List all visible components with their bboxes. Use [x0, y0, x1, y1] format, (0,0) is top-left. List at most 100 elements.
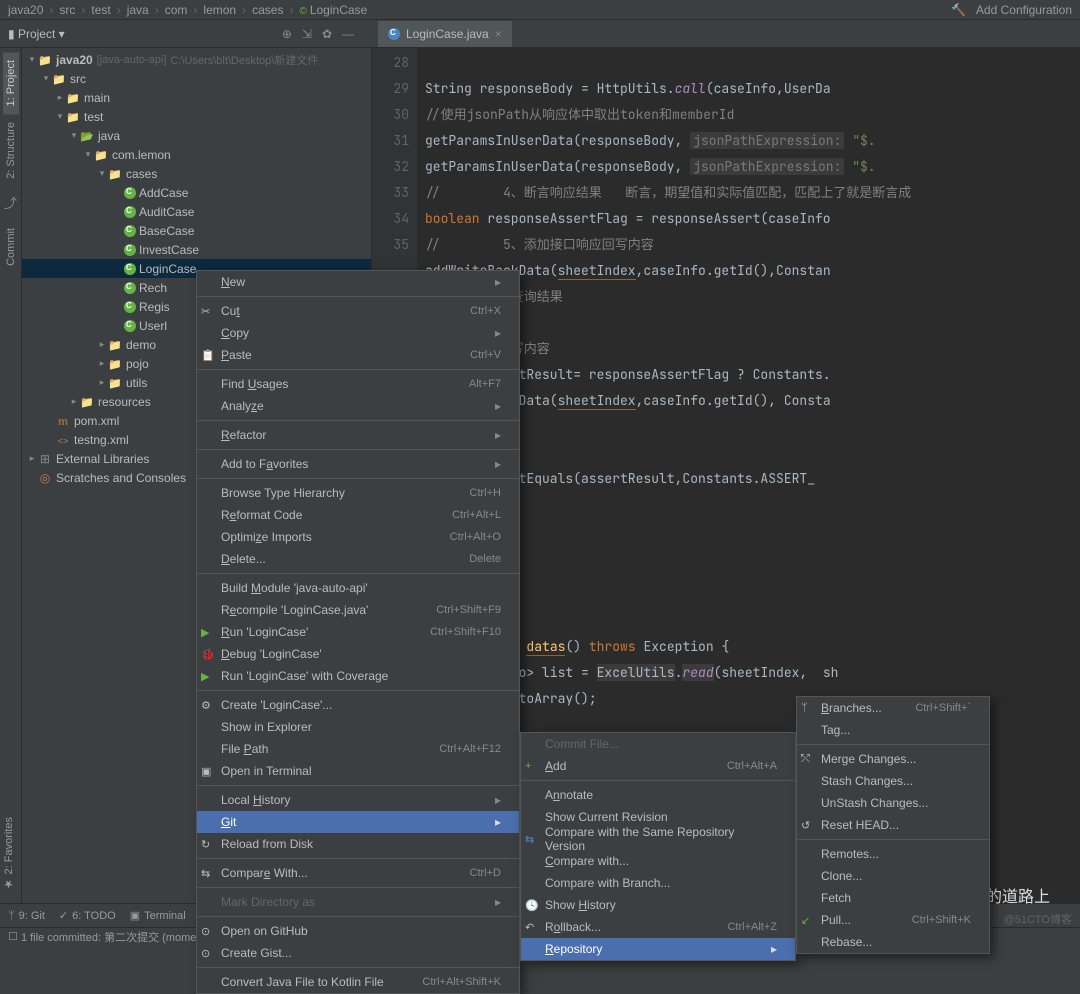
- project-tool-label[interactable]: ▮ Project ▾: [8, 27, 65, 41]
- git-tool-button[interactable]: ᛘ 9: Git: [8, 910, 45, 922]
- tree-package[interactable]: ▾cases: [22, 164, 371, 183]
- context-menu-repository[interactable]: ᛘBranches...Ctrl+Shift+` Tag... ⤲Merge C…: [796, 696, 990, 954]
- reset-icon: ↺: [801, 819, 810, 832]
- crumb[interactable]: src: [59, 3, 75, 17]
- tree-folder[interactable]: ▾java: [22, 126, 371, 145]
- crumb-class[interactable]: LoginCase: [299, 3, 367, 17]
- build-icon[interactable]: 🔨: [951, 3, 966, 17]
- menu-branches[interactable]: ᛘBranches...Ctrl+Shift+`: [797, 697, 989, 719]
- toolbar: ▮ Project ▾ ⊕ ⇲ ✿ — LoginCase.java ×: [0, 20, 1080, 48]
- menu-new[interactable]: New▸: [197, 271, 519, 293]
- menu-show-explorer[interactable]: Show in Explorer: [197, 716, 519, 738]
- menu-remotes[interactable]: Remotes...: [797, 843, 989, 865]
- tree-class[interactable]: AuditCase: [22, 202, 371, 221]
- tree-class[interactable]: BaseCase: [22, 221, 371, 240]
- crumb[interactable]: java20: [8, 3, 43, 17]
- menu-rollback[interactable]: ↶Rollback...Ctrl+Alt+Z: [521, 916, 795, 938]
- menu-reformat[interactable]: Reformat CodeCtrl+Alt+L: [197, 504, 519, 526]
- terminal-tool-button[interactable]: ▣ Terminal: [130, 909, 186, 922]
- class-icon: [388, 28, 400, 40]
- menu-coverage[interactable]: ▶Run 'LoginCase' with Coverage: [197, 665, 519, 687]
- crumb[interactable]: com: [165, 3, 188, 17]
- crumb[interactable]: lemon: [203, 3, 236, 17]
- breadcrumb: java20› src› test› java› com› lemon› cas…: [0, 0, 1080, 20]
- commit-tool-icon[interactable]: ⤴: [4, 193, 17, 212]
- tree-folder[interactable]: ▸main: [22, 88, 371, 107]
- crumb[interactable]: java: [127, 3, 149, 17]
- menu-analyze[interactable]: Analyze▸: [197, 395, 519, 417]
- project-tool-tab[interactable]: 1: Project: [3, 52, 19, 114]
- rollback-icon: ↶: [525, 921, 534, 934]
- watermark: @51CTO博客: [1004, 911, 1072, 927]
- menu-refactor[interactable]: Refactor▸: [197, 424, 519, 446]
- context-menu-main[interactable]: New▸ ✂CutCtrl+X Copy▸ 📋PasteCtrl+V Find …: [196, 270, 520, 994]
- menu-build-module[interactable]: Build Module 'java-auto-api': [197, 577, 519, 599]
- add-icon: +: [525, 760, 531, 772]
- todo-tool-button[interactable]: ✓ 6: TODO: [59, 909, 116, 922]
- menu-git[interactable]: Git▸: [197, 811, 519, 833]
- menu-optimize-imports[interactable]: Optimize ImportsCtrl+Alt+O: [197, 526, 519, 548]
- editor-tab[interactable]: LoginCase.java ×: [378, 21, 512, 47]
- hide-icon[interactable]: —: [342, 27, 354, 41]
- compare-repo-icon: ⇆: [525, 833, 534, 846]
- menu-clone[interactable]: Clone...: [797, 865, 989, 887]
- menu-repository[interactable]: Repository▸: [521, 938, 795, 960]
- menu-open-terminal[interactable]: ▣Open in Terminal: [197, 760, 519, 782]
- menu-git-add[interactable]: +AddCtrl+Alt+A: [521, 755, 795, 777]
- menu-browse-hierarchy[interactable]: Browse Type HierarchyCtrl+H: [197, 482, 519, 504]
- expand-icon[interactable]: ⇲: [302, 27, 312, 41]
- tree-package[interactable]: ▾com.lemon: [22, 145, 371, 164]
- locate-icon[interactable]: ⊕: [282, 27, 292, 41]
- tree-class[interactable]: AddCase: [22, 183, 371, 202]
- menu-compare-repo[interactable]: ⇆Compare with the Same Repository Versio…: [521, 828, 795, 850]
- menu-stash[interactable]: Stash Changes...: [797, 770, 989, 792]
- info-icon: ☐: [8, 930, 18, 943]
- close-icon[interactable]: ×: [495, 27, 502, 41]
- menu-reload[interactable]: ↻Reload from Disk: [197, 833, 519, 855]
- menu-compare-branch[interactable]: Compare with Branch...: [521, 872, 795, 894]
- menu-delete[interactable]: Delete...Delete: [197, 548, 519, 570]
- menu-pull[interactable]: ↙Pull...Ctrl+Shift+K: [797, 909, 989, 931]
- crumb[interactable]: cases: [252, 3, 283, 17]
- menu-rebase[interactable]: Rebase...: [797, 931, 989, 953]
- menu-cut[interactable]: ✂CutCtrl+X: [197, 300, 519, 322]
- menu-show-history[interactable]: 🕓Show History: [521, 894, 795, 916]
- reload-icon: ↻: [201, 838, 210, 851]
- menu-annotate[interactable]: Annotate: [521, 784, 795, 806]
- tree-class[interactable]: InvestCase: [22, 240, 371, 259]
- menu-recompile[interactable]: Recompile 'LoginCase.java'Ctrl+Shift+F9: [197, 599, 519, 621]
- menu-create-gist[interactable]: ⊙Create Gist...: [197, 942, 519, 964]
- compare-icon: ⇆: [201, 867, 210, 880]
- paste-icon: 📋: [201, 349, 215, 362]
- menu-compare-with[interactable]: Compare with...: [521, 850, 795, 872]
- menu-copy[interactable]: Copy▸: [197, 322, 519, 344]
- add-configuration-button[interactable]: Add Configuration: [976, 3, 1072, 17]
- menu-paste[interactable]: 📋PasteCtrl+V: [197, 344, 519, 366]
- menu-local-history[interactable]: Local History▸: [197, 789, 519, 811]
- menu-fetch[interactable]: Fetch: [797, 887, 989, 909]
- structure-tool-tab[interactable]: 2: Structure: [3, 114, 19, 187]
- menu-reset-head[interactable]: ↺Reset HEAD...: [797, 814, 989, 836]
- context-menu-git[interactable]: Commit File... +AddCtrl+Alt+A Annotate S…: [520, 732, 796, 961]
- menu-find-usages[interactable]: Find UsagesAlt+F7: [197, 373, 519, 395]
- menu-debug[interactable]: 🐞Debug 'LoginCase': [197, 643, 519, 665]
- menu-open-github[interactable]: ⊙Open on GitHub: [197, 920, 519, 942]
- menu-compare-with[interactable]: ⇆Compare With...Ctrl+D: [197, 862, 519, 884]
- menu-convert-kotlin[interactable]: Convert Java File to Kotlin FileCtrl+Alt…: [197, 971, 519, 993]
- menu-create-config[interactable]: ⚙Create 'LoginCase'...: [197, 694, 519, 716]
- menu-unstash[interactable]: UnStash Changes...: [797, 792, 989, 814]
- menu-file-path[interactable]: File PathCtrl+Alt+F12: [197, 738, 519, 760]
- menu-run[interactable]: ▶Run 'LoginCase'Ctrl+Shift+F10: [197, 621, 519, 643]
- commit-tool-tab[interactable]: Commit: [3, 220, 19, 274]
- menu-mark-directory: Mark Directory as▸: [197, 891, 519, 913]
- menu-tag[interactable]: Tag...: [797, 719, 989, 741]
- tree-folder[interactable]: ▾test: [22, 107, 371, 126]
- menu-favorites[interactable]: Add to Favorites▸: [197, 453, 519, 475]
- menu-merge[interactable]: ⤲Merge Changes...: [797, 748, 989, 770]
- tree-folder[interactable]: ▾src: [22, 69, 371, 88]
- cut-icon: ✂: [201, 305, 210, 318]
- settings-icon[interactable]: ✿: [322, 27, 332, 41]
- crumb[interactable]: test: [91, 3, 110, 17]
- tree-root[interactable]: ▾java20[java-auto-api]C:\Users\blt\Deskt…: [22, 50, 371, 69]
- favorites-tool-tab[interactable]: ★ 2: Favorites: [2, 817, 15, 891]
